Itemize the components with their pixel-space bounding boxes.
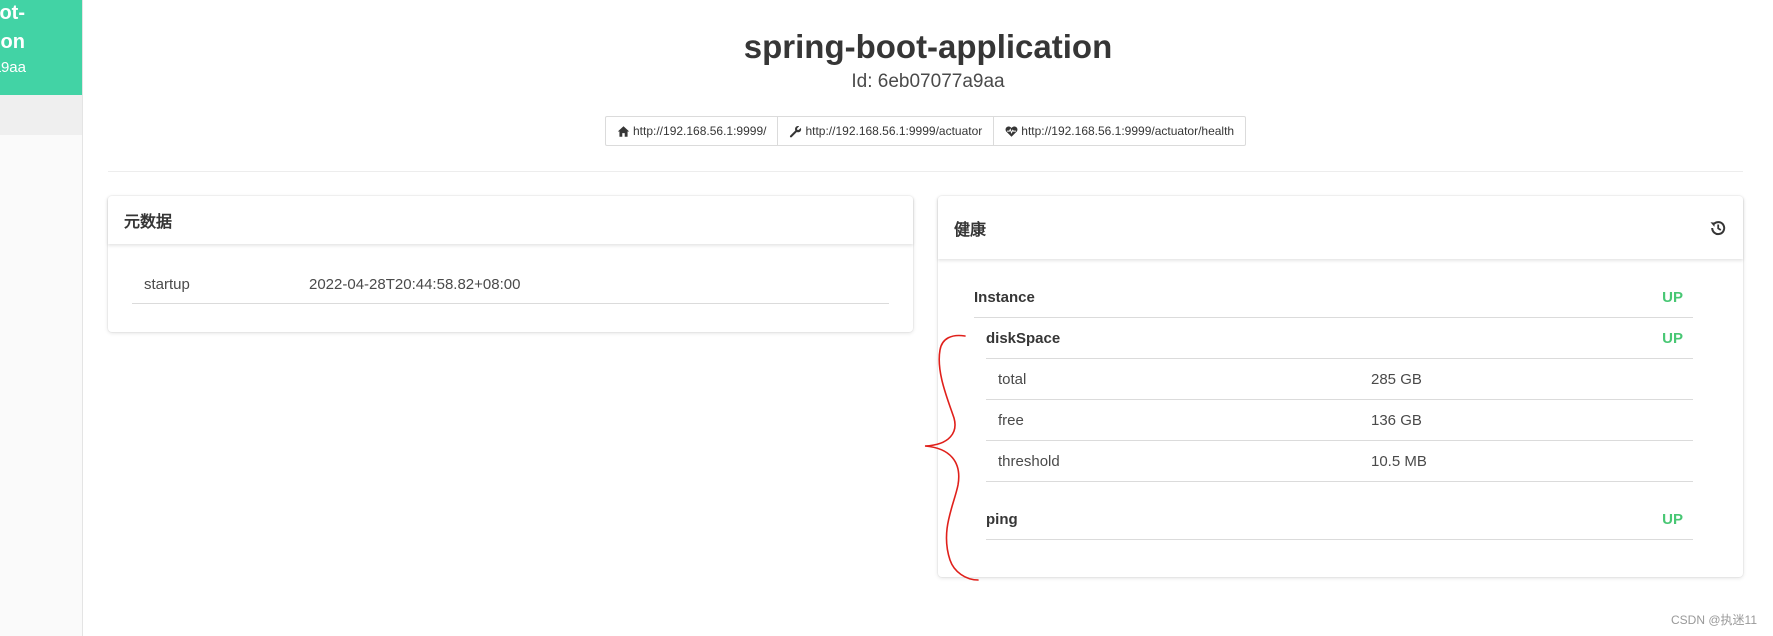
health-card: 健康 Instance UP diskSpace UP total 285 GB…: [938, 196, 1743, 577]
detail-key: free: [998, 411, 1024, 429]
diskspace-detail-threshold: threshold 10.5 MB: [986, 441, 1693, 482]
metadata-card: 元数据 startup 2022-04-28T20:44:58.82+08:00: [108, 196, 913, 332]
detail-value: 285 GB: [1371, 370, 1422, 388]
health-ping-name: ping: [986, 510, 1018, 528]
health-row-instance: Instance UP: [974, 277, 1693, 318]
health-diskspace-name: diskSpace: [986, 329, 1061, 347]
actuator-url-label: http://192.168.56.1:9999/actuator: [805, 124, 983, 138]
page-title: spring-boot-application: [743, 28, 1113, 65]
health-url-button[interactable]: http://192.168.56.1:9999/actuator/health: [993, 116, 1247, 146]
status-badge: UP: [1662, 288, 1683, 306]
status-badge: UP: [1662, 329, 1683, 347]
endpoint-links: http://192.168.56.1:9999/ http://192.168…: [605, 116, 1247, 146]
home-icon: [617, 125, 630, 137]
detail-key: threshold: [998, 452, 1060, 470]
health-row-diskspace: diskSpace UP: [986, 318, 1693, 359]
health-card-header: 健康: [938, 196, 1743, 259]
home-url-button[interactable]: http://192.168.56.1:9999/: [605, 116, 779, 146]
header-divider: [108, 171, 1743, 172]
sidebar-app-name-line2: ation: [0, 31, 25, 53]
metadata-key: startup: [144, 276, 190, 293]
metadata-value: 2022-04-28T20:44:58.82+08:00: [309, 276, 521, 293]
sidebar-app-name-line1: boot-: [0, 2, 25, 24]
history-icon[interactable]: [1709, 219, 1727, 237]
actuator-url-button[interactable]: http://192.168.56.1:9999/actuator: [777, 116, 995, 146]
detail-value: 10.5 MB: [1371, 452, 1427, 470]
home-url-label: http://192.168.56.1:9999/: [633, 124, 767, 138]
health-row-ping: ping UP: [986, 499, 1693, 540]
wrench-icon: [790, 125, 802, 137]
detail-key: total: [998, 370, 1027, 388]
sidebar: boot- ation 7a9aa: [0, 0, 83, 636]
metadata-card-title: 元数据: [124, 214, 173, 231]
metadata-row: startup 2022-04-28T20:44:58.82+08:00: [132, 266, 889, 304]
watermark: CSDN @执迷11: [1671, 613, 1757, 627]
instance-id: Id: 6eb07077a9aa: [851, 71, 1005, 92]
status-badge: UP: [1662, 510, 1683, 528]
health-card-title: 健康: [954, 221, 987, 239]
sidebar-item-placeholder[interactable]: [0, 95, 82, 135]
diskspace-detail-free: free 136 GB: [986, 400, 1693, 441]
diskspace-detail-total: total 285 GB: [986, 359, 1693, 400]
health-url-label: http://192.168.56.1:9999/actuator/health: [1021, 124, 1235, 138]
detail-value: 136 GB: [1371, 411, 1422, 429]
metadata-card-header: 元数据: [108, 196, 913, 244]
sidebar-app-item[interactable]: boot- ation 7a9aa: [0, 0, 82, 95]
heartbeat-icon: [1005, 125, 1018, 137]
sidebar-app-id: 7a9aa: [0, 59, 26, 76]
health-instance-name: Instance: [974, 288, 1035, 306]
